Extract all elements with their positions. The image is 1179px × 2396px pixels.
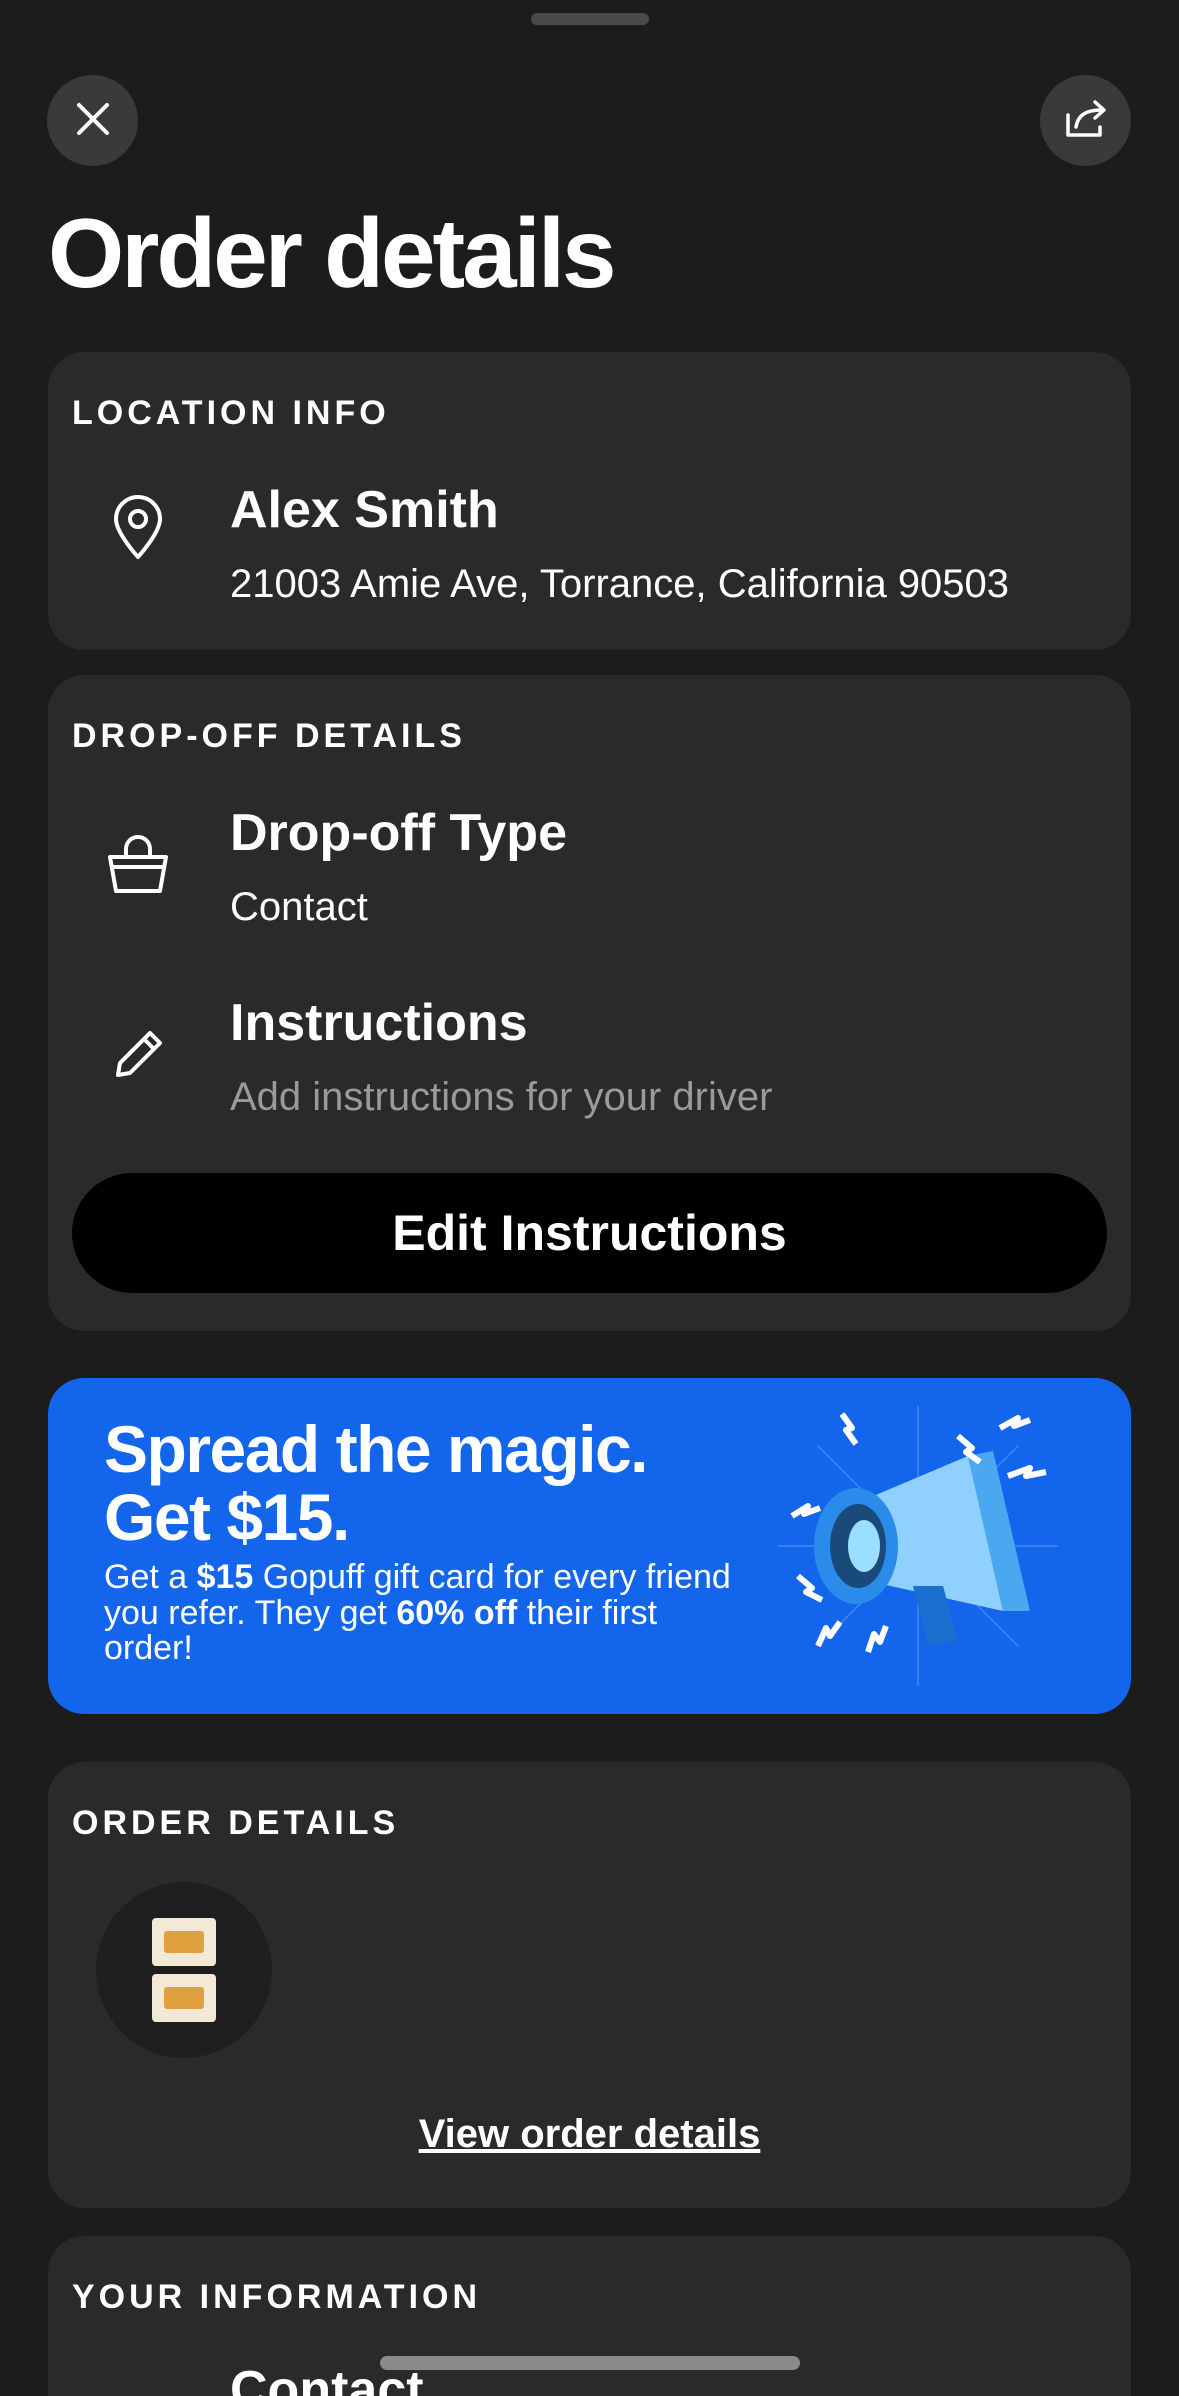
location-info-heading: LOCATION INFO: [72, 394, 390, 432]
order-details-sheet: Order details LOCATION INFO Alex Smith 2…: [0, 0, 1179, 2396]
location-name: Alex Smith: [230, 481, 499, 539]
share-icon: [1062, 97, 1110, 144]
promo-headline-amount: Get $15.: [104, 1480, 350, 1554]
dropoff-type-label: Drop-off Type: [230, 804, 567, 862]
home-indicator[interactable]: [380, 2356, 800, 2370]
dropoff-type-value: Contact: [230, 885, 368, 929]
shopping-bag-icon: [96, 823, 180, 907]
instructions-label: Instructions: [230, 994, 528, 1052]
promo-body: Get a $15 Gopuff gift card for every fri…: [104, 1558, 731, 1668]
promo-headline: Spread the magic.: [104, 1412, 649, 1486]
product-thumbnail[interactable]: [96, 1882, 272, 2058]
your-information-card: YOUR INFORMATION Contact: [48, 2236, 1131, 2396]
pencil-icon[interactable]: [96, 1013, 180, 1097]
view-order-details-link[interactable]: View order details: [48, 2112, 1131, 2157]
close-button[interactable]: [47, 75, 138, 166]
page-title: Order details: [48, 198, 617, 308]
location-pin-icon: [96, 486, 180, 570]
referral-promo-banner[interactable]: Spread the magic. Get $15. Get a $15 Gop…: [48, 1378, 1131, 1714]
dropoff-details-card: DROP-OFF DETAILS Drop-off Type Contact I…: [48, 675, 1131, 1331]
share-button[interactable]: [1040, 75, 1131, 166]
location-address: 21003 Amie Ave, Torrance, California 905…: [230, 562, 1010, 606]
sheet-grabber[interactable]: [531, 13, 649, 25]
dropoff-details-heading: DROP-OFF DETAILS: [72, 717, 466, 755]
instructions-placeholder[interactable]: Add instructions for your driver: [230, 1075, 772, 1120]
order-details-card: ORDER DETAILS View order details: [48, 1762, 1131, 2208]
close-icon: [73, 99, 113, 142]
product-pack-image: [152, 1974, 216, 2022]
your-information-heading: YOUR INFORMATION: [72, 2278, 482, 2316]
order-details-heading: ORDER DETAILS: [72, 1804, 400, 1842]
location-info-card: LOCATION INFO Alex Smith 21003 Amie Ave,…: [48, 352, 1131, 650]
edit-instructions-button[interactable]: Edit Instructions: [72, 1173, 1107, 1293]
product-pack-image: [152, 1918, 216, 1966]
megaphone-icon: [768, 1396, 1098, 1696]
